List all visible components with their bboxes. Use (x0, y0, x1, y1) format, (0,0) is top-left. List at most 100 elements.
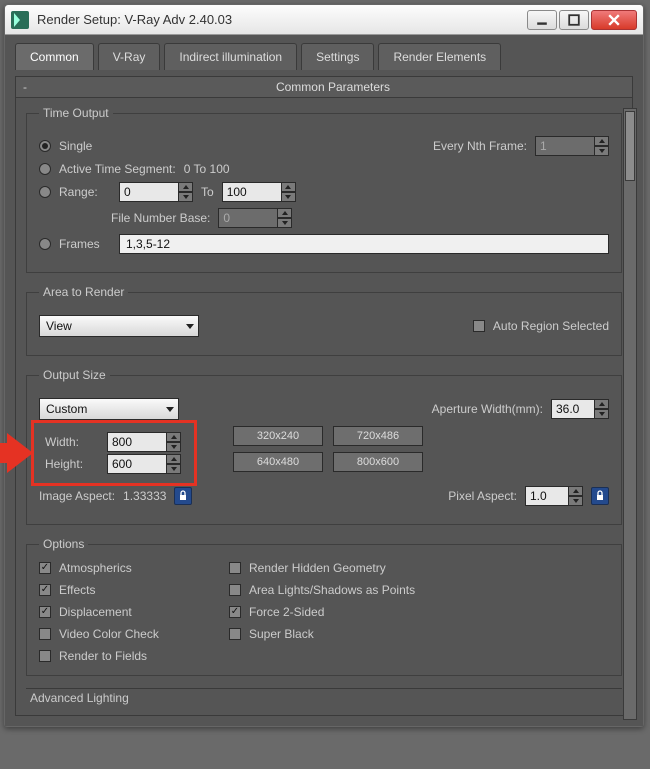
every-nth-up[interactable] (595, 136, 609, 146)
pixel-aspect-up[interactable] (569, 486, 583, 496)
aperture-up[interactable] (595, 399, 609, 409)
scrollbar-thumb[interactable] (625, 111, 635, 181)
radio-frames[interactable] (39, 238, 51, 250)
legend-area: Area to Render (39, 285, 128, 299)
preset-320x240[interactable]: 320x240 (233, 426, 323, 446)
height-down[interactable] (167, 464, 181, 474)
checkbox-area-lights[interactable] (229, 584, 241, 596)
pixel-aspect-lock-icon[interactable] (591, 487, 609, 505)
checkbox-force-2sided[interactable] (229, 606, 241, 618)
height-label: Height: (45, 457, 99, 471)
checkbox-displacement[interactable] (39, 606, 51, 618)
height-up[interactable] (167, 454, 181, 464)
range-label: Range: (59, 185, 111, 199)
checkbox-auto-region[interactable] (473, 320, 485, 332)
tab-indirect[interactable]: Indirect illumination (164, 43, 297, 70)
group-time-output: Time Output Single Every Nth Frame: Acti… (26, 106, 622, 273)
range-to-down[interactable] (282, 192, 296, 202)
every-nth-input (535, 136, 595, 156)
height-input[interactable] (107, 454, 167, 474)
opt-label: Effects (59, 583, 95, 597)
tab-vray[interactable]: V-Ray (98, 43, 161, 70)
render-setup-window: Render Setup: V-Ray Adv 2.40.03 Common V… (4, 4, 644, 727)
rollup-common-parameters-header[interactable]: - Common Parameters (15, 76, 633, 98)
legend-output-size: Output Size (39, 368, 110, 382)
radio-single-label: Single (59, 139, 92, 153)
tab-bar: Common V-Ray Indirect illumination Setti… (5, 35, 643, 70)
range-from-up[interactable] (179, 182, 193, 192)
file-number-base-input (218, 208, 278, 228)
chevron-down-icon (166, 407, 174, 412)
file-number-base-label: File Number Base: (111, 211, 210, 225)
group-area-to-render: Area to Render View Auto Region Selected (26, 285, 622, 356)
every-nth-down[interactable] (595, 146, 609, 156)
area-dropdown-value: View (46, 319, 72, 333)
preset-640x480[interactable]: 640x480 (233, 452, 323, 472)
rollup-collapse-icon[interactable]: - (16, 80, 34, 94)
image-aspect-lock-icon[interactable] (174, 487, 192, 505)
window-title: Render Setup: V-Ray Adv 2.40.03 (37, 12, 527, 27)
every-nth-label: Every Nth Frame: (433, 139, 527, 153)
checkbox-atmospherics[interactable] (39, 562, 51, 574)
opt-label: Area Lights/Shadows as Points (249, 583, 415, 597)
range-to-up[interactable] (282, 182, 296, 192)
image-aspect-label: Image Aspect: (39, 489, 115, 503)
radio-single[interactable] (39, 140, 51, 152)
output-preset-value: Custom (46, 402, 87, 416)
opt-label: Render Hidden Geometry (249, 561, 386, 575)
checkbox-video-color[interactable] (39, 628, 51, 640)
aperture-label: Aperture Width(mm): (432, 402, 543, 416)
legend-options: Options (39, 537, 88, 551)
range-to-label: To (201, 185, 214, 199)
tab-render-elems[interactable]: Render Elements (378, 43, 501, 70)
tab-settings[interactable]: Settings (301, 43, 374, 70)
checkbox-super-black[interactable] (229, 628, 241, 640)
preset-720x486[interactable]: 720x486 (333, 426, 423, 446)
close-button[interactable] (591, 10, 637, 30)
width-label: Width: (45, 435, 99, 449)
frames-label: Frames (59, 237, 111, 251)
annotation-arrow (0, 433, 35, 473)
active-time-label: Active Time Segment: (59, 162, 176, 176)
group-output-size: Output Size Custom Aperture Width(mm): W… (26, 368, 622, 525)
aperture-down[interactable] (595, 409, 609, 419)
opt-label: Atmospherics (59, 561, 132, 575)
opt-label: Render to Fields (59, 649, 147, 663)
aperture-input[interactable] (551, 399, 595, 419)
rollup-advanced-lighting-header[interactable]: Advanced Lighting (26, 688, 622, 707)
legend-time-output: Time Output (39, 106, 113, 120)
range-from-input[interactable] (119, 182, 179, 202)
pixel-aspect-down[interactable] (569, 496, 583, 506)
scrollbar[interactable] (623, 108, 637, 720)
width-up[interactable] (167, 432, 181, 442)
radio-active-time[interactable] (39, 163, 51, 175)
pixel-aspect-input[interactable] (525, 486, 569, 506)
range-to-input[interactable] (222, 182, 282, 202)
output-preset-dropdown[interactable]: Custom (39, 398, 179, 420)
width-down[interactable] (167, 442, 181, 452)
checkbox-render-fields[interactable] (39, 650, 51, 662)
preset-800x600[interactable]: 800x600 (333, 452, 423, 472)
maximize-button[interactable] (559, 10, 589, 30)
pixel-aspect-label: Pixel Aspect: (448, 489, 517, 503)
rollup-title: Common Parameters (34, 80, 632, 94)
width-input[interactable] (107, 432, 167, 452)
chevron-down-icon (186, 324, 194, 329)
opt-label: Force 2-Sided (249, 605, 324, 619)
range-from-down[interactable] (179, 192, 193, 202)
minimize-button[interactable] (527, 10, 557, 30)
file-num-down[interactable] (278, 218, 292, 228)
group-options: Options Atmospherics Render Hidden Geome… (26, 537, 622, 676)
image-aspect-value: 1.33333 (123, 489, 166, 503)
titlebar[interactable]: Render Setup: V-Ray Adv 2.40.03 (5, 5, 643, 35)
tab-common[interactable]: Common (15, 43, 94, 70)
radio-range[interactable] (39, 186, 51, 198)
frames-input[interactable] (119, 234, 609, 254)
file-num-up[interactable] (278, 208, 292, 218)
active-time-range: 0 To 100 (184, 162, 230, 176)
area-dropdown[interactable]: View (39, 315, 199, 337)
checkbox-effects[interactable] (39, 584, 51, 596)
opt-label: Displacement (59, 605, 132, 619)
opt-label: Video Color Check (59, 627, 159, 641)
checkbox-hidden-geo[interactable] (229, 562, 241, 574)
